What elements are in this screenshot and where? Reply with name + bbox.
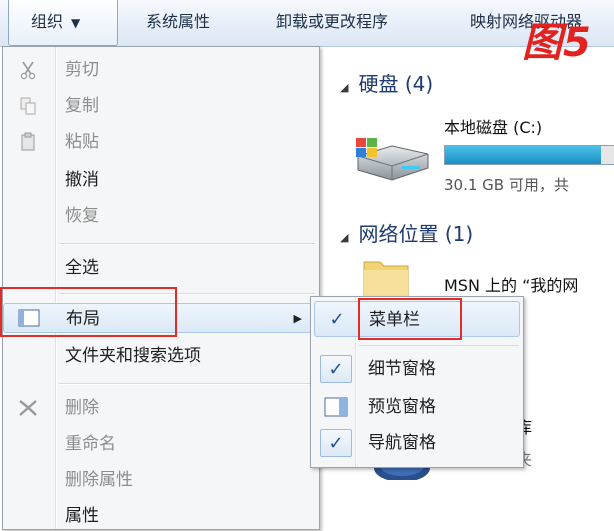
local-disk-c-name[interactable]: 本地磁盘 (C:) bbox=[444, 114, 542, 138]
layout-icon bbox=[18, 309, 40, 329]
submenu-item-menu-bar[interactable]: ✓ 菜单栏 bbox=[314, 301, 520, 337]
menu-item-label: 删除 bbox=[65, 398, 99, 418]
layout-submenu: ✓ 菜单栏 ✓ 细节窗格 预览窗格 ✓ 导航窗格 bbox=[310, 296, 524, 468]
menu-item-redo[interactable]: 恢复 bbox=[3, 201, 319, 231]
uninstall-program-button[interactable]: 卸载或更改程序 bbox=[276, 0, 388, 46]
menu-item-label: 剪切 bbox=[65, 60, 99, 80]
menu-item-label: 撤消 bbox=[65, 170, 99, 190]
figure-number-tag: 图5 bbox=[522, 20, 592, 66]
menu-item-select-all[interactable]: 全选 bbox=[3, 253, 319, 283]
submenu-arrow-icon: ▶ bbox=[293, 312, 302, 325]
submenu-item-label: 导航窗格 bbox=[368, 433, 436, 453]
checkmark-icon: ✓ bbox=[320, 355, 352, 383]
submenu-item-details-pane[interactable]: ✓ 细节窗格 bbox=[314, 351, 520, 387]
menu-item-label: 布局 bbox=[66, 309, 100, 329]
menu-item-layout[interactable]: 布局 ▶ bbox=[3, 303, 319, 333]
menu-item-label: 属性 bbox=[65, 506, 99, 526]
menu-separator bbox=[59, 293, 315, 295]
checkmark-icon: ✓ bbox=[329, 309, 345, 330]
submenu-item-label: 预览窗格 bbox=[368, 397, 436, 417]
organize-button[interactable]: 组织 ▼ bbox=[8, 0, 118, 46]
checkmark-icon: ✓ bbox=[320, 429, 352, 457]
menu-item-label: 复制 bbox=[65, 96, 99, 116]
clipboard-icon bbox=[17, 132, 39, 152]
system-properties-button[interactable]: 系统属性 bbox=[146, 0, 210, 46]
organize-dropdown-menu: 剪切 复制 粘贴 撤消 恢复 全选 布局 ▶ 文件夹和搜索选项 删除 重命名 删… bbox=[2, 46, 320, 530]
collapse-triangle-icon: ◢ bbox=[340, 81, 349, 94]
menu-item-label: 重命名 bbox=[65, 434, 116, 454]
hard-disk-section-title: 硬盘 (4) bbox=[358, 72, 434, 96]
submenu-item-label: 细节窗格 bbox=[368, 359, 436, 379]
menu-item-folder-search-options[interactable]: 文件夹和搜索选项 bbox=[3, 341, 319, 371]
hard-drive-icon[interactable] bbox=[352, 134, 432, 184]
menu-item-label: 全选 bbox=[65, 258, 99, 278]
menu-separator bbox=[59, 383, 315, 385]
network-section-title: 网络位置 (1) bbox=[358, 222, 474, 246]
menu-item-properties[interactable]: 属性 bbox=[3, 501, 319, 531]
hard-disk-section-header[interactable]: ◢ 硬盘 (4) bbox=[340, 68, 433, 97]
chevron-down-icon: ▼ bbox=[71, 16, 81, 30]
local-disk-space-text: 30.1 GB 可用，共 bbox=[444, 176, 569, 194]
disk-usage-bar bbox=[444, 145, 614, 165]
submenu-item-preview-pane[interactable]: 预览窗格 bbox=[314, 389, 520, 425]
menu-item-remove-properties[interactable]: 删除属性 bbox=[3, 465, 319, 495]
menu-item-label: 文件夹和搜索选项 bbox=[65, 346, 201, 366]
menu-item-label: 粘贴 bbox=[65, 132, 99, 152]
delete-x-icon bbox=[17, 398, 39, 418]
menu-item-undo[interactable]: 撤消 bbox=[3, 165, 319, 195]
menu-item-label: 恢复 bbox=[65, 206, 99, 226]
menu-separator bbox=[59, 243, 315, 245]
network-location-section-header[interactable]: ◢ 网络位置 (1) bbox=[340, 218, 473, 247]
folder-icon[interactable] bbox=[362, 256, 410, 298]
network-location-item[interactable]: MSN 上的 “我的网 bbox=[444, 272, 578, 296]
menu-item-label: 删除属性 bbox=[65, 470, 133, 490]
menu-item-cut[interactable]: 剪切 bbox=[3, 55, 319, 85]
organize-label: 组织 bbox=[31, 12, 64, 31]
collapse-triangle-icon: ◢ bbox=[340, 231, 349, 244]
disk-usage-fill bbox=[445, 146, 602, 164]
menu-item-rename[interactable]: 重命名 bbox=[3, 429, 319, 459]
copy-icon bbox=[17, 96, 39, 116]
preview-pane-icon bbox=[320, 393, 352, 421]
menu-item-delete[interactable]: 删除 bbox=[3, 393, 319, 423]
submenu-item-label: 菜单栏 bbox=[369, 310, 420, 330]
menu-item-paste[interactable]: 粘贴 bbox=[3, 127, 319, 157]
submenu-item-navigation-pane[interactable]: ✓ 导航窗格 bbox=[314, 425, 520, 461]
scissors-icon bbox=[17, 60, 39, 80]
menu-item-copy[interactable]: 复制 bbox=[3, 91, 319, 121]
submenu-separator bbox=[359, 345, 519, 346]
